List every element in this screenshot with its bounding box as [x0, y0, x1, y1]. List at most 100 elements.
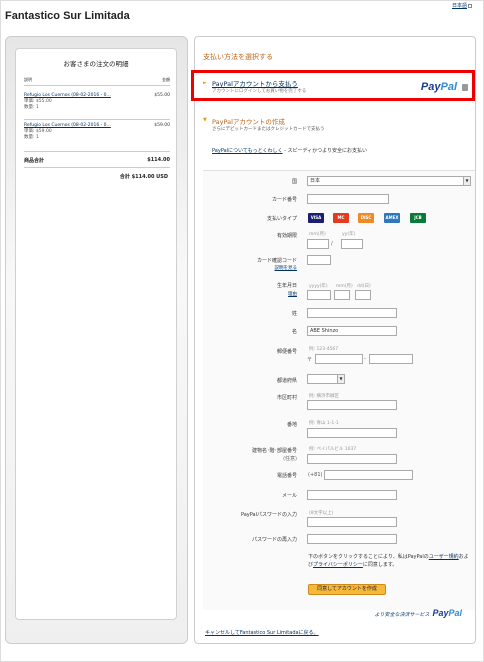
divider	[24, 119, 170, 120]
address-hint: 例: 青山 1-1-1	[309, 421, 339, 426]
zip-input-2[interactable]	[369, 354, 413, 364]
dob-month-input[interactable]	[334, 290, 350, 300]
phone-input[interactable]	[324, 470, 413, 480]
country-value: 日本	[310, 178, 321, 184]
terms-prefix: 下のボタンをクリックすることにより、私はPayPalの	[308, 554, 429, 560]
language-label: 日本語	[451, 3, 467, 9]
password-confirm-input[interactable]	[307, 534, 397, 544]
paypal-logo: PayPal	[420, 81, 457, 93]
password-input[interactable]	[307, 517, 397, 527]
list-item: Refugio Los Cuernos (08-02-2016 - 0... $5…	[24, 93, 170, 110]
jcb-icon: JCB	[410, 213, 426, 223]
prefecture-label: 都道府県	[276, 378, 297, 384]
chevron-down-icon: ▼	[337, 375, 344, 383]
learn-more-link[interactable]: PayPalについてもっとくわしく	[212, 148, 283, 154]
expiry-month-input[interactable]	[307, 239, 329, 249]
email-label: メール	[281, 493, 297, 499]
secure-text: より安全な決済サービス	[374, 612, 430, 618]
password-hint: (8文字以上)	[309, 511, 334, 516]
zip-label: 郵便番号	[276, 349, 297, 355]
expiry-slash: /	[331, 241, 333, 247]
create-account-title[interactable]: PayPalアカウントの作成	[212, 116, 285, 126]
email-input[interactable]	[307, 490, 397, 500]
payment-type-label: 支払いタイプ	[266, 216, 297, 222]
learn-more-text: - スピーディかつより安全にお支払い	[282, 148, 368, 154]
last-name-label: 姓	[291, 311, 297, 317]
building-label: 建物名･階･部屋番号	[251, 448, 297, 454]
agree-create-account-button[interactable]: 同意してアカウントを作成	[308, 584, 386, 595]
paypal-login-sub: アカウントにログインしてお買い物を完了する	[212, 89, 307, 94]
expiry-yy-hint: yy(年)	[342, 232, 356, 237]
chevron-down-icon: ▼	[463, 177, 470, 185]
city-label: 市区町村	[276, 395, 297, 401]
visa-icon: VISA	[308, 213, 324, 223]
paypal-login-link[interactable]: PayPalアカウントから支払う	[212, 78, 298, 88]
card-number-input[interactable]	[307, 194, 389, 204]
total-value: 合計 $114.00 USD	[119, 174, 168, 180]
address-label: 番地	[286, 422, 297, 428]
col-desc: 説明	[24, 77, 32, 82]
user-agreement-link[interactable]: ユーザー規約	[429, 554, 459, 560]
phone-prefix: (+81)	[308, 472, 323, 478]
arrow-down-icon: ▼	[203, 117, 207, 123]
col-amount: 金額	[162, 77, 170, 82]
secure-payment-badge: より安全な決済サービス PayPal	[375, 608, 462, 618]
privacy-policy-link[interactable]: プライバシーポリシー	[313, 562, 363, 568]
building-hint: 例: ペイパルビル 1037	[309, 447, 357, 452]
merchant-name: Fantastico Sur Limitada	[5, 10, 130, 22]
paypal-logo: PayPal	[432, 608, 462, 618]
subtotal-value: $114.00	[147, 157, 170, 163]
order-summary-panel: お客さまの注文の明細 説明 金額 Refugio Los Cuernos (08…	[15, 48, 177, 620]
password-confirm-label: パスワードの再入力	[251, 537, 297, 543]
paypal-login-option[interactable]: ► PayPalアカウントから支払う アカウントにログインしてお買い物を完了する…	[191, 70, 475, 101]
city-input[interactable]	[307, 400, 397, 410]
password-label: PayPalパスワードの入力	[240, 512, 297, 518]
dob-why-link[interactable]: 理由	[197, 291, 297, 297]
cvv-help-link[interactable]: 説明を見る	[197, 265, 298, 271]
dob-year-input[interactable]	[307, 290, 331, 300]
phone-label: 電話番号	[276, 473, 297, 479]
divider	[24, 151, 170, 152]
learn-more: PayPalについてもっとくわしく - スピーディかつより安全にお支払い	[212, 147, 367, 154]
lock-icon	[462, 84, 468, 91]
country-label: 国	[291, 179, 297, 185]
item-amount: $59.00	[154, 123, 170, 128]
building-input[interactable]	[307, 454, 397, 464]
prefecture-select[interactable]: ▼	[307, 374, 345, 384]
item-amount: $55.00	[154, 93, 170, 98]
building-optional: (任意)	[283, 456, 297, 462]
arrow-right-icon: ►	[203, 80, 207, 86]
language-selector[interactable]: 日本語	[452, 2, 472, 9]
expiry-label: 有効期限	[276, 233, 297, 239]
terms-suffix: に同意します。	[362, 562, 398, 568]
zip-hint: 例: 123-4567	[309, 347, 339, 352]
subtotal-row: 商品合計 $114.00	[24, 157, 170, 164]
country-select[interactable]: 日本 ▼	[307, 176, 471, 186]
mastercard-icon: MC	[333, 213, 349, 223]
dob-day-input[interactable]	[355, 290, 371, 300]
summary-header: 説明 金額	[24, 77, 170, 86]
last-name-input[interactable]	[307, 308, 397, 318]
dob-mm-hint: mm(月)	[336, 284, 353, 289]
first-name-label: 名	[291, 329, 297, 335]
zip-input-1[interactable]	[315, 354, 363, 364]
dob-yyyy-hint: yyyy(年)	[309, 284, 328, 289]
summary-title: お客さまの注文の明細	[63, 60, 129, 68]
chevron-down-icon	[468, 3, 472, 8]
item-qty: 数量: 1	[24, 105, 39, 110]
first-name-input[interactable]: ABE Shinzo	[307, 326, 397, 336]
dob-dd-hint: dd(日)	[357, 284, 371, 289]
zip-prefix: 〒	[307, 357, 313, 363]
select-method-title: 支払い方法を選択する	[203, 53, 273, 61]
cvv-input[interactable]	[307, 255, 331, 265]
dob-label: 生年月日	[276, 283, 297, 289]
cvv-label: カード確認コード	[256, 258, 297, 264]
cancel-return-link[interactable]: キャンセルしてFantastico Sur Limitadaに戻る。	[205, 629, 319, 636]
address-input[interactable]	[307, 428, 397, 438]
city-hint: 例: 横浜市緑区	[309, 394, 339, 399]
item-qty: 数量: 1	[24, 135, 39, 140]
expiry-year-input[interactable]	[341, 239, 363, 249]
list-item: Refugio Los Cuernos (08-02-2016 - 0... $5…	[24, 123, 170, 140]
card-number-label: カード番号	[271, 197, 297, 203]
discover-icon: DISC	[358, 213, 374, 223]
